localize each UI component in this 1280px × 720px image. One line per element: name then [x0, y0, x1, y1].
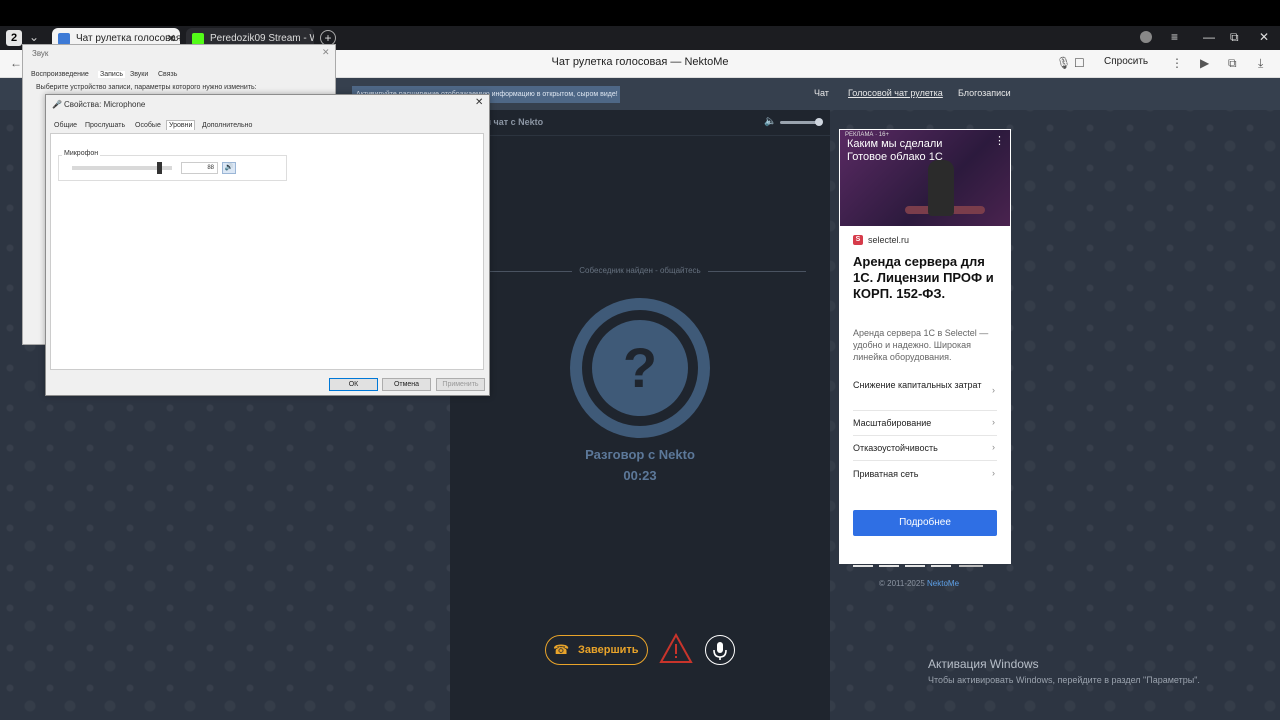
- ad-more-button[interactable]: Подробнее: [853, 510, 997, 536]
- ok-button[interactable]: ОК: [329, 378, 378, 391]
- chevron-right-icon: ›: [992, 417, 995, 427]
- level-input[interactable]: 88: [181, 162, 218, 174]
- divider: [853, 435, 997, 436]
- site-logo-icon: S: [853, 235, 863, 245]
- menu-icon[interactable]: ≡: [1171, 30, 1178, 44]
- microphone-icon: 🎤: [52, 100, 62, 109]
- microphone-icon: [713, 642, 727, 660]
- level-slider-thumb[interactable]: [157, 162, 162, 174]
- volume-slider[interactable]: [780, 121, 820, 124]
- copyright: © 2011-2025 NektoMe: [879, 579, 959, 588]
- chevron-right-icon: ›: [992, 468, 995, 478]
- tab-enhancements[interactable]: Особые: [135, 122, 161, 129]
- call-timer: 00:23: [623, 468, 657, 483]
- partner-found-text: Собеседник найден - общайтесь: [579, 266, 701, 275]
- speaker-icon[interactable]: 🔊: [222, 162, 236, 174]
- ad-pager[interactable]: [853, 554, 997, 567]
- mute-button[interactable]: [705, 635, 735, 665]
- tab-general[interactable]: Общие: [54, 122, 77, 129]
- tab-levels[interactable]: Уровни: [166, 120, 196, 130]
- copyright-link[interactable]: NektoMe: [927, 579, 959, 588]
- microphone-icon[interactable]: 🎙: [1056, 56, 1071, 70]
- more-icon[interactable]: ⋮: [1171, 56, 1183, 70]
- more-icon[interactable]: ⋮: [994, 134, 1005, 147]
- maximize-icon[interactable]: ⧉: [1230, 30, 1239, 45]
- download-icon[interactable]: ⤓: [1258, 56, 1263, 71]
- ad-link[interactable]: Масштабирование: [853, 417, 997, 429]
- ad-description: Аренда сервера 1С в Selectel — удобно и …: [853, 328, 989, 362]
- ad-title[interactable]: Аренда сервера для 1С. Лицензии ПРОФ и К…: [853, 254, 1001, 302]
- minimize-icon[interactable]: —: [1203, 30, 1215, 44]
- microphone-group-label: Микрофон: [62, 150, 101, 157]
- hangup-icon: ☎: [553, 642, 570, 657]
- sound-dialog-instruction: Выберите устройство записи, параметры ко…: [36, 84, 257, 91]
- chevron-right-icon: ›: [992, 385, 995, 395]
- divider: [708, 271, 806, 272]
- mic-dialog-title: Свойства: Microphone: [64, 100, 146, 109]
- divider: [853, 460, 997, 461]
- tab-counter[interactable]: 2: [6, 30, 22, 46]
- tab-communications[interactable]: Связь: [158, 71, 177, 78]
- apply-button[interactable]: Применить: [436, 378, 485, 391]
- conversation-label: Разговор с Nekto: [585, 447, 695, 462]
- ad-site[interactable]: selectel.ru: [868, 235, 909, 245]
- divider: [490, 271, 572, 272]
- ad-image-person: [928, 160, 954, 216]
- volume-icon[interactable]: 🔈: [764, 116, 776, 127]
- question-icon: ?: [622, 336, 658, 399]
- chevron-right-icon: ›: [992, 442, 995, 452]
- ad-link[interactable]: Отказоустойчивость: [853, 442, 997, 454]
- tab-label: Peredozik09 Stream - Wat: [210, 33, 314, 44]
- cancel-button[interactable]: Отмена: [382, 378, 431, 391]
- chevron-down-icon[interactable]: ⌄: [29, 30, 39, 44]
- ask-button[interactable]: Спросить: [1104, 56, 1148, 67]
- play-icon[interactable]: ▶: [1200, 56, 1209, 70]
- nav-voice-chat[interactable]: Голосовой чат рулетка: [848, 88, 943, 98]
- ad-image-headline: Каким мы сделали Готовое облако 1С: [847, 138, 943, 163]
- profile-icon[interactable]: [1140, 31, 1152, 43]
- activate-windows-title: Активация Windows: [928, 657, 1039, 671]
- ad-link[interactable]: Снижение капитальных затрат: [853, 379, 997, 391]
- close-icon[interactable]: ✕: [475, 97, 483, 108]
- tab-listen[interactable]: Прослушать: [85, 122, 125, 129]
- sound-dialog-title: Звук: [32, 49, 49, 58]
- tab-label: Чат рулетка голосовая: [76, 33, 180, 44]
- divider: [853, 410, 997, 411]
- ad-link[interactable]: Приватная сеть: [853, 468, 997, 480]
- activate-windows-text: Чтобы активировать Windows, перейдите в …: [928, 675, 1200, 685]
- tab-recording[interactable]: Запись: [98, 71, 125, 78]
- close-icon[interactable]: ✕: [322, 47, 330, 58]
- extensions-icon[interactable]: ⧉: [1228, 56, 1237, 71]
- report-icon[interactable]: [659, 633, 693, 665]
- tab-advanced[interactable]: Дополнительно: [202, 122, 252, 129]
- copyright-text: © 2011-2025: [879, 579, 925, 588]
- close-window-icon[interactable]: ✕: [1259, 30, 1269, 44]
- nav-chat[interactable]: Чат: [814, 88, 829, 98]
- bookmark-icon[interactable]: ☐: [1074, 56, 1085, 70]
- tab-sounds[interactable]: Звуки: [130, 71, 148, 78]
- nav-blog[interactable]: Блогозаписи: [958, 88, 1011, 98]
- volume-slider-knob[interactable]: [815, 118, 823, 126]
- tab-playback[interactable]: Воспроизведение: [31, 71, 89, 78]
